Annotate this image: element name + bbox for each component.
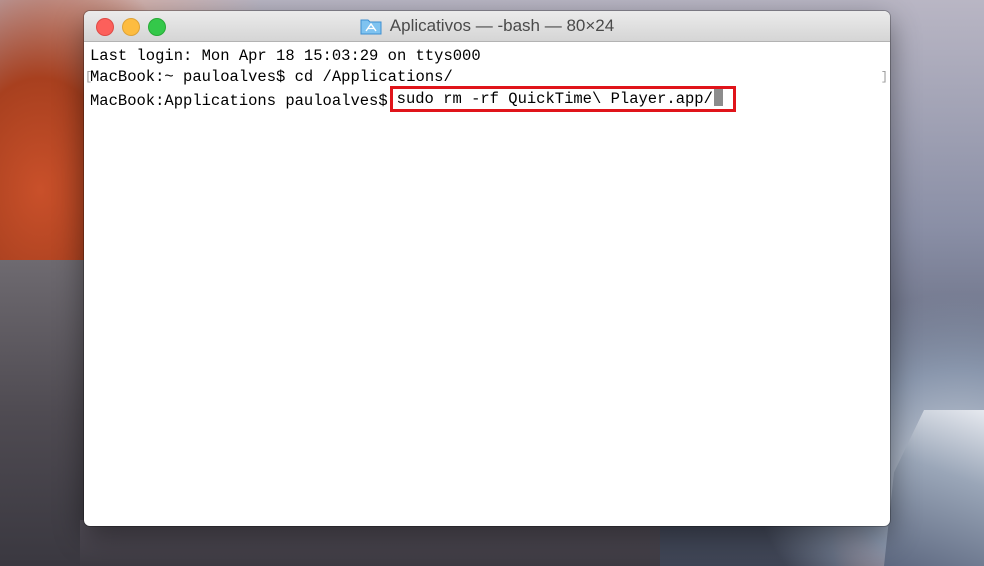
title-bar[interactable]: Aplicativos — -bash — 80×24 [84,11,890,42]
terminal-line-current: MacBook:Applications pauloalves$ sudo rm … [90,86,890,112]
terminal-window: Aplicativos — -bash — 80×24 [ ] Last log… [84,11,890,526]
window-title: Aplicativos — -bash — 80×24 [389,16,615,35]
wallpaper-peak [884,410,984,566]
selection-bracket-right: ] [880,70,888,84]
selection-bracket-left: [ [85,70,93,84]
wallpaper-ground [80,520,660,566]
text-cursor [713,89,723,106]
window-title-group: Aplicativos — -bash — 80×24 [84,11,890,41]
wallpaper-rock [0,260,90,566]
command-text: sudo rm -rf QuickTime\ Player.app/ [396,90,713,108]
shell-prompt: MacBook:Applications pauloalves$ [90,92,388,110]
highlighted-command: sudo rm -rf QuickTime\ Player.app/ [389,86,736,112]
terminal-line-login: Last login: Mon Apr 18 15:03:29 on ttys0… [90,47,481,65]
terminal-output[interactable]: [ ] Last login: Mon Apr 18 15:03:29 on t… [84,42,890,516]
folder-icon [360,19,382,35]
terminal-line-cd: MacBook:~ pauloalves$ cd /Applications/ [90,68,453,86]
